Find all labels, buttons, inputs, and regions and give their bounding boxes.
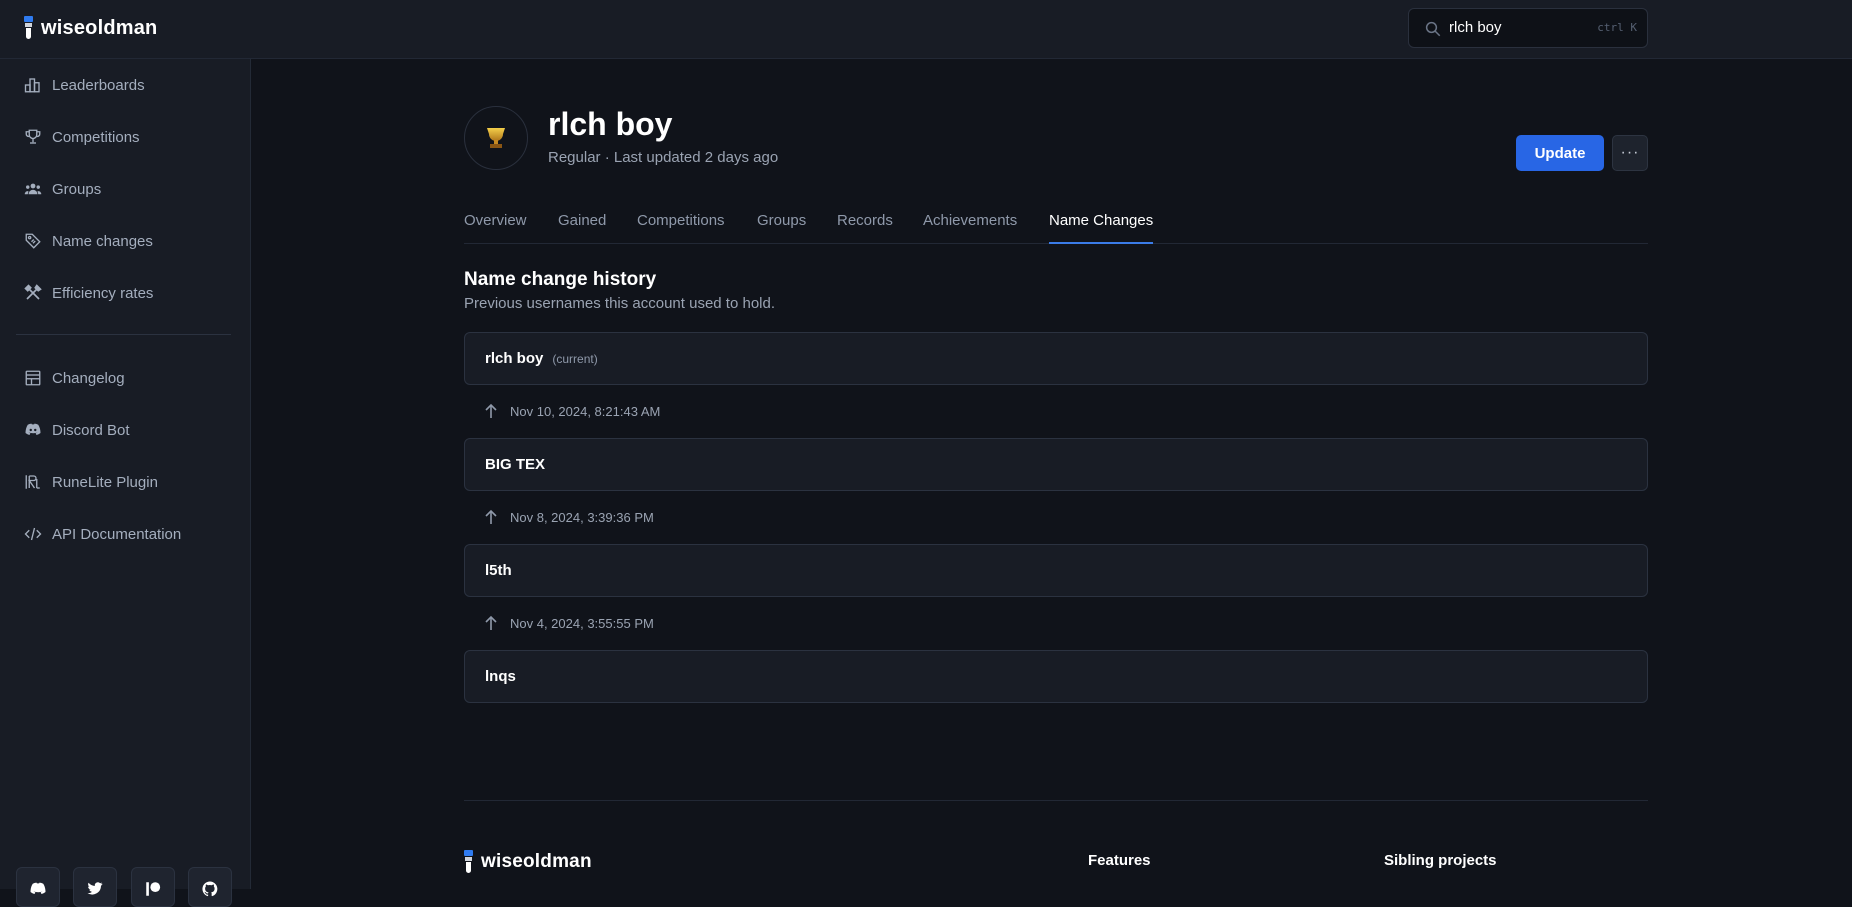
username[interactable]: BIG TEX [485, 456, 545, 473]
footer-divider [464, 800, 1648, 801]
tab-achievements[interactable]: Achievements [923, 212, 1017, 244]
twitter-icon [87, 882, 103, 895]
tab-records[interactable]: Records [837, 212, 893, 244]
sidebar-item-label: Leaderboards [52, 76, 145, 94]
change-date: Nov 8, 2024, 3:39:36 PM [510, 509, 654, 525]
github-icon [202, 881, 218, 897]
sidebar-item-changelog[interactable]: Changelog [24, 363, 125, 393]
runelite-icon [25, 475, 40, 489]
wise-old-man-logo-icon [464, 848, 473, 876]
changelog-icon [25, 370, 41, 386]
sidebar-item-leaderboards[interactable]: Leaderboards [24, 70, 145, 100]
sidebar-item-efficiency-rates[interactable]: Efficiency rates [24, 278, 153, 308]
player-status: Regular · Last updated 2 days ago [548, 149, 779, 166]
tools-icon [24, 284, 42, 300]
username[interactable]: rlch boy [485, 350, 543, 367]
sidebar: Leaderboards Competitions Groups Name ch… [0, 59, 251, 907]
player-name: rlch boy [548, 106, 673, 142]
wise-old-man-logo-icon [24, 14, 33, 42]
name-change-event: Nov 4, 2024, 3:55:55 PM [484, 615, 654, 631]
name-history-item: rlch boy (current) [464, 332, 1648, 385]
update-button[interactable]: Update [1516, 135, 1604, 171]
sidebar-item-label: Competitions [52, 128, 140, 146]
name-history-item: BIG TEX [464, 438, 1648, 491]
github-link-button[interactable] [188, 867, 232, 907]
footer-sibling-projects-heading: Sibling projects [1384, 852, 1497, 869]
name-history-item: lnqs [464, 650, 1648, 703]
sidebar-item-runelite-plugin[interactable]: RuneLite Plugin [24, 467, 158, 497]
player-tabs: Overview Gained Competitions Groups Reco… [464, 206, 1648, 244]
app-name: wiseoldman [41, 16, 158, 39]
sidebar-divider [16, 334, 231, 335]
arrow-up-icon [485, 509, 497, 524]
sidebar-item-competitions[interactable]: Competitions [24, 122, 140, 152]
more-options-button[interactable]: ··· [1612, 135, 1648, 171]
patreon-link-button[interactable] [131, 867, 175, 907]
tab-overview[interactable]: Overview [464, 212, 527, 244]
arrow-up-icon [485, 615, 497, 630]
top-bar: wiseoldman rlch boy ctrl K [0, 0, 1852, 59]
username[interactable]: l5th [485, 562, 512, 579]
sidebar-item-api-documentation[interactable]: API Documentation [24, 519, 181, 549]
arrow-up-icon [485, 403, 497, 418]
sidebar-item-label: Changelog [52, 369, 125, 387]
footer-logo[interactable]: wiseoldman [464, 848, 592, 876]
sidebar-item-label: Groups [52, 180, 102, 198]
section-subtitle: Previous usernames this account used to … [464, 295, 776, 312]
discord-link-button[interactable] [16, 867, 60, 907]
current-badge: (current) [552, 351, 598, 366]
search-input[interactable]: rlch boy ctrl K [1408, 8, 1648, 48]
tab-competitions[interactable]: Competitions [637, 212, 725, 244]
sidebar-item-label: Efficiency rates [52, 284, 154, 302]
section-title: Name change history [464, 269, 657, 290]
username[interactable]: lnqs [485, 668, 516, 685]
trophy-icon [487, 128, 505, 148]
discord-icon [30, 882, 46, 894]
users-icon [24, 183, 42, 195]
sidebar-item-groups[interactable]: Groups [24, 174, 101, 204]
footer-features-heading: Features [1088, 852, 1151, 869]
app-logo[interactable]: wiseoldman [24, 14, 157, 42]
footer-app-name: wiseoldman [481, 851, 592, 872]
tab-name-changes[interactable]: Name Changes [1049, 212, 1154, 244]
tab-gained[interactable]: Gained [558, 212, 606, 244]
twitter-link-button[interactable] [73, 867, 117, 907]
change-date: Nov 4, 2024, 3:55:55 PM [510, 615, 654, 631]
sidebar-item-label: Name changes [52, 232, 153, 250]
search-icon [1425, 21, 1441, 37]
sidebar-item-label: API Documentation [52, 525, 182, 543]
search-value: rlch boy [1449, 19, 1502, 36]
player-avatar [464, 106, 528, 170]
sidebar-item-label: RuneLite Plugin [52, 473, 158, 491]
sidebar-item-discord-bot[interactable]: Discord Bot [24, 415, 130, 445]
change-date: Nov 10, 2024, 8:21:43 AM [510, 403, 661, 419]
sidebar-item-name-changes[interactable]: Name changes [24, 226, 153, 256]
patreon-icon [146, 882, 161, 896]
trophy-icon [25, 129, 41, 144]
name-change-event: Nov 10, 2024, 8:21:43 AM [484, 403, 660, 419]
tab-groups[interactable]: Groups [757, 212, 806, 244]
sidebar-item-label: Discord Bot [52, 421, 130, 439]
bar-chart-icon [24, 78, 40, 93]
tag-icon [25, 233, 41, 249]
name-history-item: l5th [464, 544, 1648, 597]
search-shortcut: ctrl K [1597, 21, 1637, 34]
name-change-event: Nov 8, 2024, 3:39:36 PM [484, 509, 654, 525]
code-icon [24, 527, 42, 541]
discord-icon [25, 423, 41, 435]
